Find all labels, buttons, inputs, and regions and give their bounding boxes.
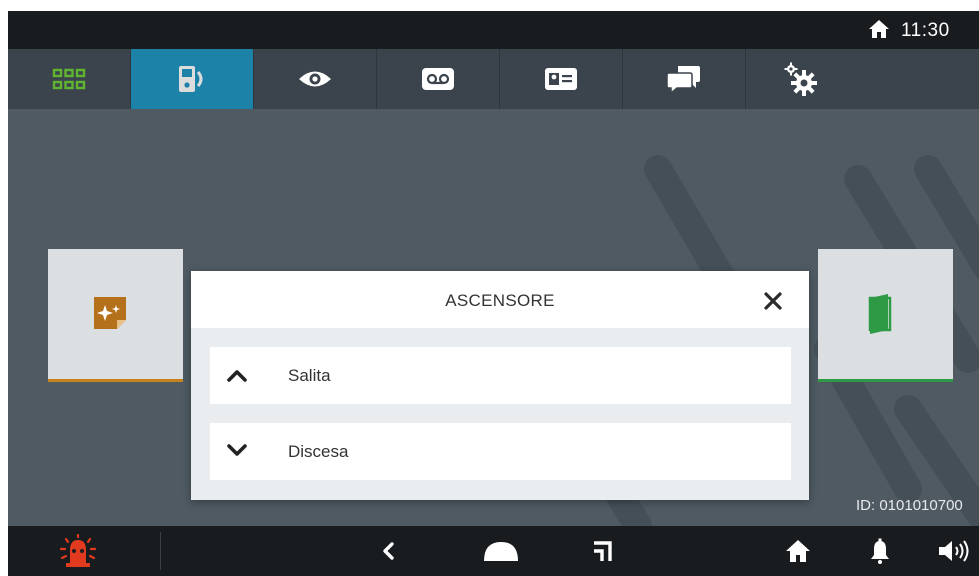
chat-icon bbox=[666, 66, 700, 94]
lift-dialog: ASCENSORE Salita Discesa bbox=[191, 271, 809, 500]
bell-icon bbox=[871, 538, 889, 564]
volume-icon bbox=[939, 540, 969, 562]
tab-settings[interactable] bbox=[746, 49, 856, 109]
home-icon bbox=[869, 20, 889, 38]
recents-icon bbox=[594, 541, 612, 561]
top-tab-bar bbox=[8, 49, 979, 109]
gear-icon bbox=[784, 62, 817, 96]
house-icon bbox=[786, 540, 810, 562]
volume-button[interactable] bbox=[933, 526, 977, 576]
alarm-button[interactable] bbox=[48, 526, 108, 576]
lift-up-option[interactable]: Salita bbox=[210, 347, 791, 404]
tab-apps[interactable] bbox=[8, 49, 131, 109]
home-nav-button[interactable] bbox=[476, 526, 526, 576]
tab-view[interactable] bbox=[254, 49, 377, 109]
eye-icon bbox=[299, 71, 331, 87]
lift-down-option[interactable]: Discesa bbox=[210, 423, 791, 480]
close-icon[interactable] bbox=[761, 289, 785, 313]
door-icon bbox=[868, 294, 892, 334]
home-icon bbox=[484, 542, 518, 561]
device-screen: 11:30 ID: 0101010700 ASCENSORE Salita Di… bbox=[8, 11, 979, 576]
device-id-label: ID: 0101010700 bbox=[856, 497, 963, 514]
voicemail-icon bbox=[422, 68, 454, 90]
house-button[interactable] bbox=[778, 526, 818, 576]
status-bar: 11:30 bbox=[8, 11, 979, 49]
back-button[interactable] bbox=[368, 526, 408, 576]
lift-down-label: Discesa bbox=[288, 442, 349, 461]
sparkle-note-icon bbox=[94, 297, 126, 329]
recents-button[interactable] bbox=[583, 526, 623, 576]
left-function-card[interactable] bbox=[48, 249, 183, 382]
dialog-title: ASCENSORE bbox=[445, 291, 555, 310]
bell-button[interactable] bbox=[860, 526, 900, 576]
tab-intercom[interactable] bbox=[131, 49, 254, 109]
chevron-down-icon bbox=[227, 444, 247, 456]
lift-up-label: Salita bbox=[288, 366, 331, 385]
tab-messages[interactable] bbox=[623, 49, 746, 109]
bottom-divider bbox=[160, 532, 161, 570]
alarm-icon bbox=[60, 534, 96, 567]
intercom-call-icon bbox=[179, 66, 203, 92]
back-icon bbox=[383, 542, 394, 560]
tab-voicemail[interactable] bbox=[377, 49, 500, 109]
tab-contacts[interactable] bbox=[500, 49, 623, 109]
right-function-card[interactable] bbox=[818, 249, 953, 382]
grid-icon bbox=[52, 68, 86, 90]
contact-card-icon bbox=[545, 68, 577, 90]
clock-time: 11:30 bbox=[901, 20, 950, 41]
chevron-up-icon bbox=[227, 370, 247, 382]
bottom-nav-bar bbox=[8, 526, 979, 576]
dialog-header: ASCENSORE bbox=[191, 271, 809, 328]
main-content: ID: 0101010700 ASCENSORE Salita Discesa bbox=[8, 109, 979, 526]
